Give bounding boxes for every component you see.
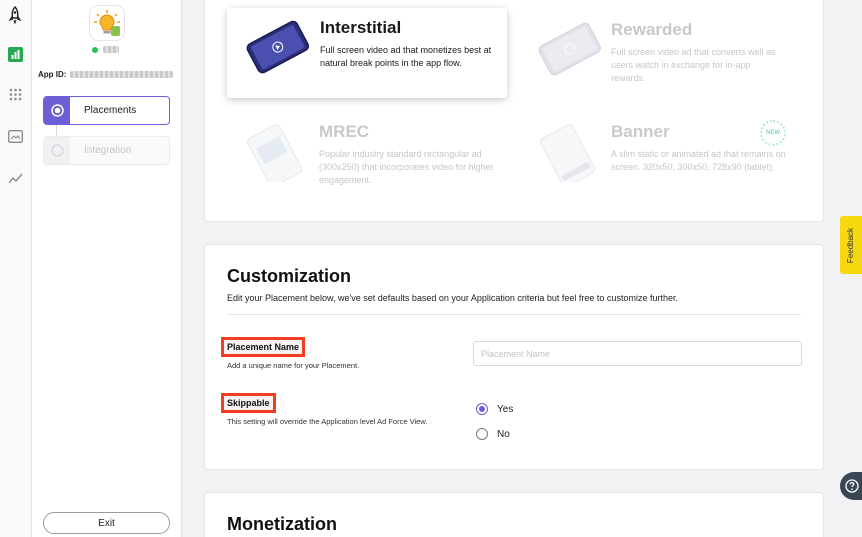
analytics-icon[interactable] (7, 46, 23, 62)
mrec-phone-image (246, 124, 303, 182)
app-id-label: App ID: (38, 70, 67, 79)
rewarded-description: Full screen video ad that converts well … (611, 47, 776, 83)
new-badge: NEW (760, 120, 786, 146)
rocket-icon[interactable] (7, 6, 23, 24)
skippable-help: This setting will override the Applicati… (227, 417, 428, 426)
apps-grid-icon[interactable] (7, 86, 23, 102)
icon-rail (0, 0, 32, 537)
monetization-title: Monetization (227, 514, 337, 534)
interstitial-title: Interstitial (320, 18, 402, 37)
ad-type-interstitial-content: Interstitial Full screen video ad that m… (236, 18, 505, 78)
rewarded-title: Rewarded (611, 20, 693, 39)
app-lightbulb-icon (89, 5, 125, 41)
step-active-icon (44, 97, 70, 124)
feedback-label: Feedback (846, 227, 856, 263)
help-button[interactable] (840, 472, 862, 500)
app-name-redacted (103, 46, 119, 53)
help-icon (845, 479, 859, 493)
trend-icon[interactable] (7, 170, 23, 186)
app-status (92, 46, 119, 53)
banner-phone-image (539, 124, 596, 182)
radio-no-label: No (497, 428, 510, 440)
step-integration[interactable]: Integration (43, 136, 170, 165)
step-connector (56, 125, 57, 136)
skippable-yes-option[interactable]: Yes (476, 403, 513, 415)
step-placements[interactable]: Placements (43, 96, 170, 125)
status-dot (92, 46, 98, 53)
radio-yes[interactable] (476, 403, 488, 415)
banner-description: A slim static or animated ad that remain… (611, 149, 786, 172)
placement-name-label: Placement Name (221, 337, 306, 357)
customization-divider (227, 314, 801, 315)
skippable-no-option[interactable]: No (476, 428, 510, 440)
customization-title: Customization (227, 266, 351, 286)
app-id-redacted (70, 71, 174, 78)
step-integration-label: Integration (84, 145, 132, 156)
rewarded-phone-image (538, 22, 601, 76)
interstitial-phone-image (246, 20, 309, 74)
ad-type-banner[interactable]: Banner A slim static or animated ad that… (528, 122, 786, 182)
app-id-row: App ID: (38, 70, 174, 79)
mrec-description: Popular industry standard rectangular ad… (319, 149, 494, 185)
app-sidebar: App ID: Placements Integration Exit (32, 0, 182, 537)
interstitial-description: Full screen video ad that monetizes best… (320, 45, 492, 68)
radio-no[interactable] (476, 428, 488, 440)
skippable-label: Skippable (221, 393, 276, 413)
placement-name-input[interactable] (473, 341, 802, 366)
radio-yes-label: Yes (497, 403, 514, 415)
exit-button[interactable]: Exit (43, 512, 170, 534)
ad-type-rewarded[interactable]: Rewarded Full screen video ad that conve… (528, 20, 786, 85)
customization-subtitle: Edit your Placement below, we've set def… (227, 293, 678, 303)
placement-name-help: Add a unique name for your Placement. (227, 361, 360, 370)
image-icon[interactable] (7, 128, 23, 144)
ad-type-mrec[interactable]: MREC Popular industry standard rectangul… (235, 122, 494, 187)
step-placements-label: Placements (84, 105, 137, 116)
feedback-tab[interactable]: Feedback (840, 216, 862, 274)
step-inactive-icon (44, 137, 70, 164)
mrec-title: MREC (319, 122, 370, 141)
